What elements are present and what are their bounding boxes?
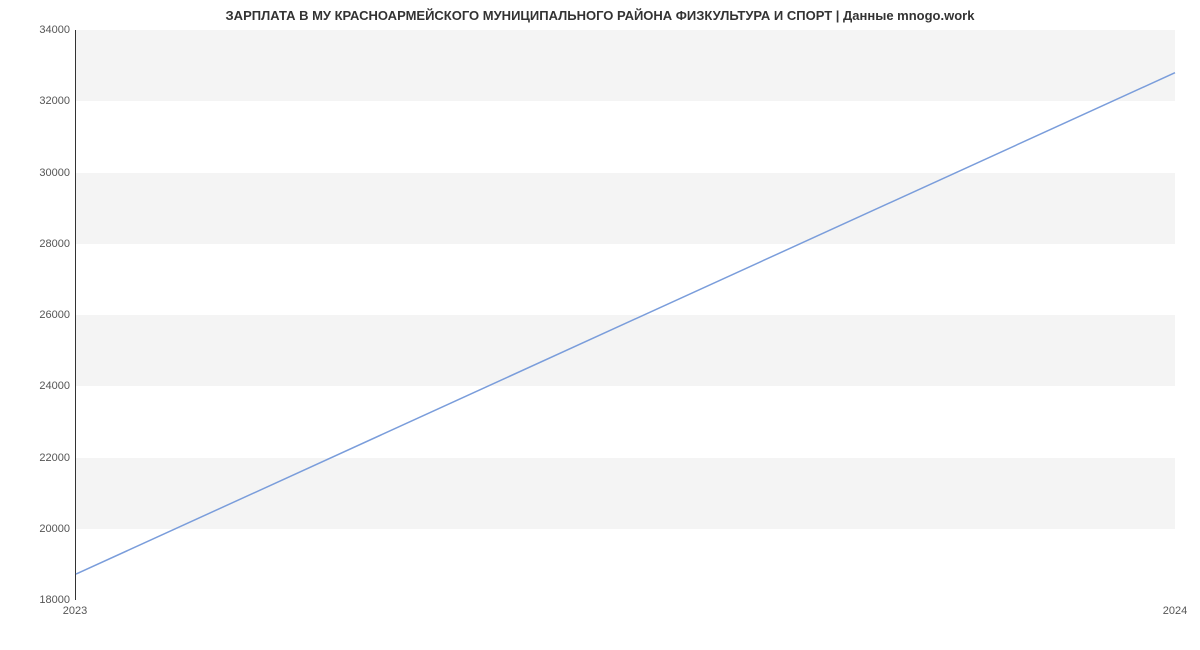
y-tick-label: 18000 bbox=[10, 594, 70, 606]
chart-container: ЗАРПЛАТА В МУ КРАСНОАРМЕЙСКОГО МУНИЦИПАЛ… bbox=[0, 0, 1200, 650]
x-tick-label: 2023 bbox=[63, 605, 87, 617]
y-tick-label: 30000 bbox=[10, 167, 70, 179]
line-svg bbox=[76, 30, 1175, 599]
y-tick-label: 24000 bbox=[10, 380, 70, 392]
y-tick-label: 34000 bbox=[10, 24, 70, 36]
y-tick-label: 28000 bbox=[10, 238, 70, 250]
chart-title: ЗАРПЛАТА В МУ КРАСНОАРМЕЙСКОГО МУНИЦИПАЛ… bbox=[0, 8, 1200, 23]
data-line bbox=[76, 73, 1175, 574]
y-tick-label: 22000 bbox=[10, 452, 70, 464]
y-tick-label: 20000 bbox=[10, 523, 70, 535]
plot-area bbox=[75, 30, 1175, 600]
y-tick-label: 26000 bbox=[10, 309, 70, 321]
x-tick-label: 2024 bbox=[1163, 605, 1187, 617]
y-tick-label: 32000 bbox=[10, 95, 70, 107]
